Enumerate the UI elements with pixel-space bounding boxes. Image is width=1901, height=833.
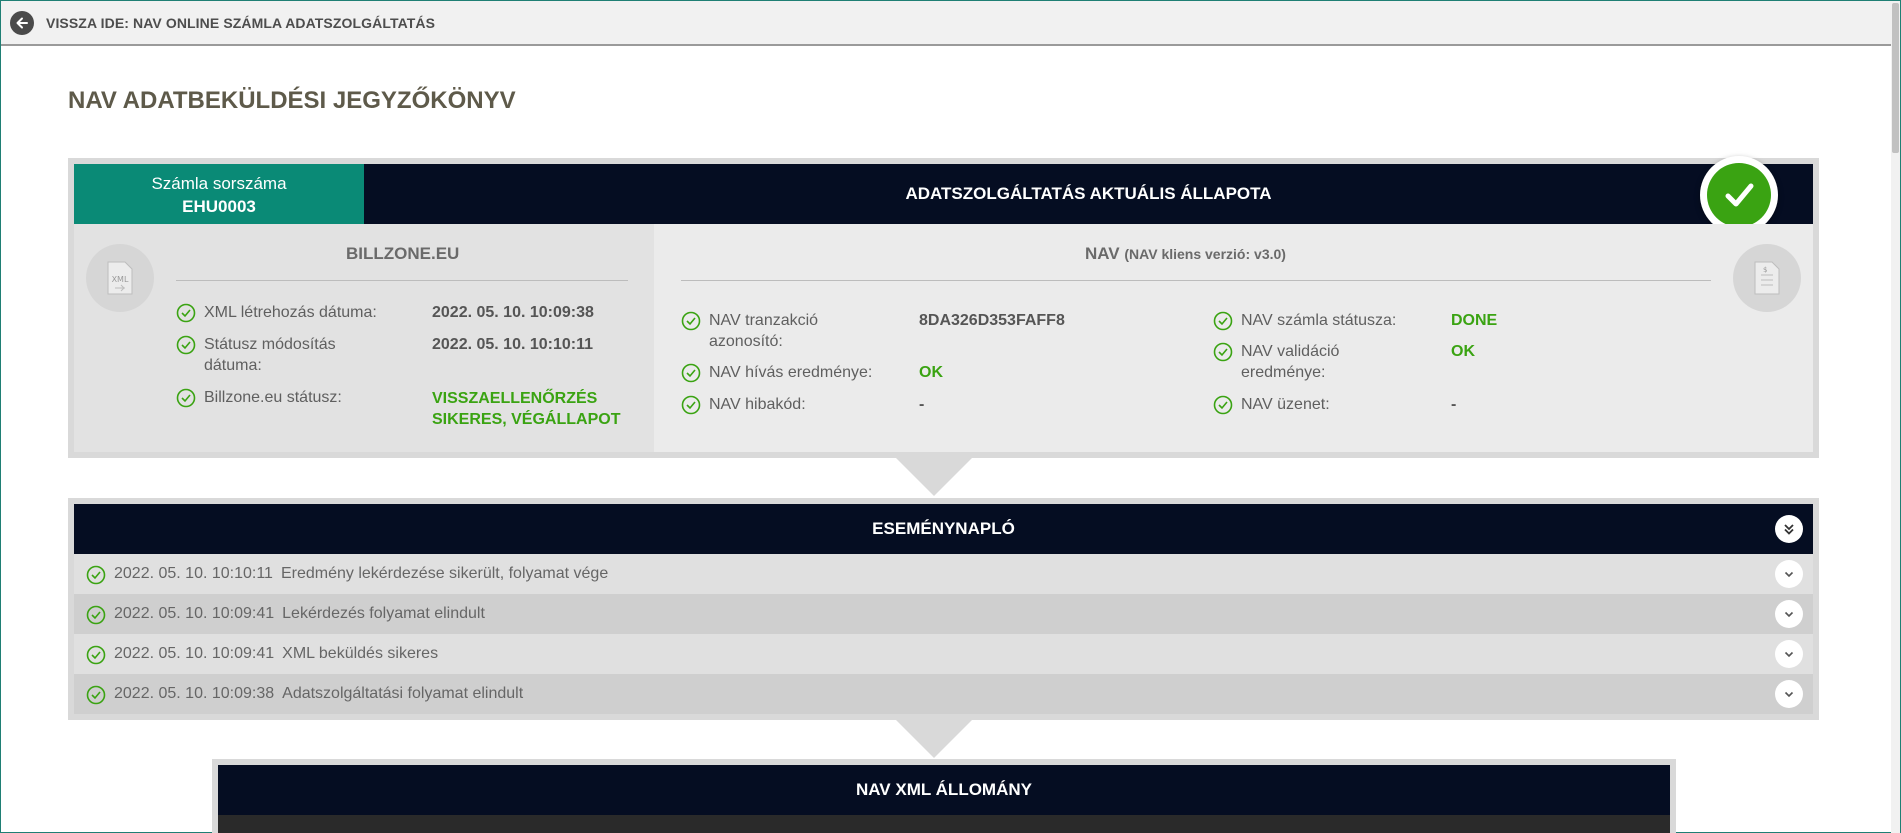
nav-message-row: NAV üzenet: [1213,394,1330,415]
success-check-icon [1707,163,1771,227]
nav-invoice-status-row: NAV számla státusza: [1213,310,1396,331]
check-circle-icon [681,395,701,415]
status-card-header: Számla sorszáma EHU0003 ADATSZOLGÁLTATÁS… [74,164,1813,224]
xml-created-label: XML létrehozás dátuma: [204,304,377,321]
check-circle-icon [176,303,196,323]
billzone-status-label: Billzone.eu státusz: [204,389,342,406]
status-modified-value: 2022. 05. 10. 10:10:11 [432,336,594,353]
log-entry-text: Adatszolgáltatási folyamat elindult [282,685,524,702]
check-circle-icon [1213,311,1233,331]
invoice-number-box: Számla sorszáma EHU0003 [74,164,364,224]
nav-validation-label-2: eredménye: [1241,364,1326,381]
billzone-title: BILLZONE.EU [346,244,460,263]
nav-message-label: NAV üzenet: [1241,396,1330,413]
billzone-status-value-2: SIKERES, VÉGÁLLAPOT [432,411,621,428]
status-card: Számla sorszáma EHU0003 ADATSZOLGÁLTATÁS… [68,156,1819,458]
nav-transaction-value: 8DA326D353FAFF8 [919,312,1065,329]
nav-transaction-label-1: NAV tranzakció [709,312,819,329]
check-circle-icon [1213,395,1233,415]
nav-title: NAV (NAV kliens verzió: v3.0) [1085,244,1286,264]
status-modified-label-1: Státusz módosítás [204,336,336,353]
log-entry[interactable]: 2022. 05. 10. 10:09:41 Lekérdezés folyam… [74,594,1813,634]
check-circle-icon [681,363,701,383]
log-entry[interactable]: 2022. 05. 10. 10:10:11 Eredmény lekérdez… [74,554,1813,594]
chevron-down-icon[interactable] [1775,560,1803,588]
nav-transaction-label-2: azonosító: [709,333,783,350]
billzone-status-row: Billzone.eu státusz: [176,387,342,408]
nav-invoice-status-value: DONE [1451,312,1498,329]
check-circle-icon [176,388,196,408]
log-entry-text: XML beküldés sikeres [282,645,439,662]
nav-invoice-status-label: NAV számla státusza: [1241,312,1397,329]
nav-client-version: (NAV kliens verzió: v3.0) [1124,246,1286,262]
check-circle-icon [86,565,106,584]
status-title: ADATSZOLGÁLTATÁS AKTUÁLIS ÁLLAPOTA [905,184,1272,203]
scrollbar[interactable] [1891,1,1900,833]
nav-message-value: - [1451,396,1457,413]
xml-section: NAV XML ÁLLOMÁNY [212,759,1676,833]
page-title: NAV ADATBEKÜLDÉSI JEGYZŐKÖNYV [68,87,516,114]
status-modified-label-2: dátuma: [204,357,262,374]
check-circle-icon [1213,342,1233,362]
connector-arrow [896,458,972,496]
double-chevron-down-icon[interactable] [1775,515,1803,543]
log-entry-time: 2022. 05. 10. 10:09:41 [114,645,275,662]
nav-validation-value: OK [1451,343,1475,360]
check-circle-icon [176,335,196,355]
event-log-title: ESEMÉNYNAPLÓ [872,519,1015,538]
log-entry[interactable]: 2022. 05. 10. 10:09:38 Adatszolgáltatási… [74,674,1813,714]
divider [681,280,1711,281]
nav-transaction-row: NAV tranzakció azonosító: [681,310,818,352]
xml-section-header: NAV XML ÁLLOMÁNY [218,765,1670,815]
log-entry-time: 2022. 05. 10. 10:09:41 [114,605,275,622]
log-entry[interactable]: 2022. 05. 10. 10:09:41 XML beküldés sike… [74,634,1813,674]
scrollbar-thumb[interactable] [1892,3,1899,153]
event-log: ESEMÉNYNAPLÓ 2022. 05. 10. 10:10:11 Ered… [68,498,1819,720]
chevron-down-icon[interactable] [1775,680,1803,708]
billzone-status-value-1: VISSZAELLENŐRZÉS [432,390,598,407]
nav-call-result-value: OK [919,364,943,381]
log-entry-time: 2022. 05. 10. 10:09:38 [114,685,275,702]
nav-title-text: NAV [1085,244,1120,263]
nav-validation-label-1: NAV validáció [1241,343,1340,360]
check-circle-icon [86,645,106,664]
xml-created-row: XML létrehozás dátuma: [176,302,377,323]
svg-text:XML: XML [112,275,129,284]
nav-call-result-row: NAV hívás eredménye: [681,362,872,383]
success-badge [1700,156,1778,234]
check-circle-icon [86,685,106,704]
nav-error-code-value: - [919,396,925,413]
svg-text:$: $ [1763,266,1767,274]
nav-call-result-label: NAV hívás eredménye: [709,364,873,381]
check-circle-icon [681,311,701,331]
log-entry-text: Eredmény lekérdezése sikerült, folyamat … [280,565,609,582]
nav-error-code-row: NAV hibakód: [681,394,806,415]
log-entry-time: 2022. 05. 10. 10:10:11 [114,565,273,582]
log-entry-text: Lekérdezés folyamat elindult [282,605,485,622]
invoice-doc-icon: $ [1733,244,1801,312]
xml-file-icon: XML [86,244,154,312]
xml-created-value: 2022. 05. 10. 10:09:38 [432,304,594,321]
invoice-label: Számla sorszáma [151,174,287,193]
chevron-down-icon[interactable] [1775,600,1803,628]
chevron-down-icon[interactable] [1775,640,1803,668]
divider [176,280,628,281]
check-circle-icon [86,605,106,624]
event-log-header: ESEMÉNYNAPLÓ [74,504,1813,554]
top-bar: VISSZA IDE: NAV ONLINE SZÁMLA ADATSZOLGÁ… [1,1,1893,46]
invoice-number: EHU0003 [182,197,256,216]
billzone-status-value: VISSZAELLENŐRZÉS SIKERES, VÉGÁLLAPOT [432,388,620,430]
status-modified-row: Státusz módosítás dátuma: [176,334,336,376]
connector-arrow [896,720,972,758]
back-arrow-icon[interactable] [10,10,34,35]
billzone-panel: XML BILLZONE.EU XML létrehozás dátuma: 2… [74,224,654,452]
nav-error-code-label: NAV hibakód: [709,396,806,413]
nav-validation-row: NAV validáció eredménye: [1213,341,1339,383]
back-link[interactable]: VISSZA IDE: NAV ONLINE SZÁMLA ADATSZOLGÁ… [46,15,435,31]
nav-panel: NAV (NAV kliens verzió: v3.0) $ NAV tran… [654,224,1813,452]
